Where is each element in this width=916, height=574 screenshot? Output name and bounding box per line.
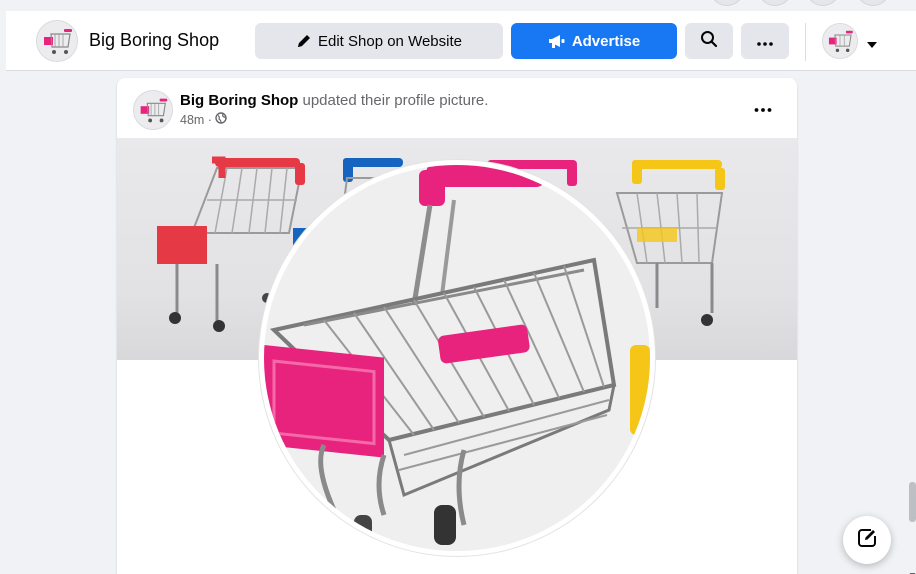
search-button[interactable] [685,23,733,59]
scrollbar-thumb[interactable] [909,482,916,522]
advertise-label: Advertise [571,32,641,50]
post-more-button[interactable] [747,96,779,120]
megaphone-icon [548,33,566,49]
profile-picture[interactable] [259,160,655,556]
top-circle-button[interactable] [710,0,744,6]
post-author-avatar[interactable] [133,90,173,130]
more-dots-icon [757,33,773,50]
new-message-button[interactable] [843,516,891,564]
post-author-link[interactable]: Big Boring Shop [180,92,298,109]
post-meta: 48m · [180,112,227,127]
account-avatar[interactable] [822,23,858,59]
post-card: Big Boring Shop updated their profile pi… [117,78,797,574]
pencil-icon [296,33,312,49]
scroll-down-arrow[interactable] [909,566,916,574]
post-headline: Big Boring Shop updated their profile pi… [180,92,488,109]
page-header: Big Boring Shop Edit Shop on Website Adv… [6,11,916,71]
top-circle-button[interactable] [806,0,840,6]
post-action-text: updated their profile picture. [298,92,489,109]
edit-shop-button[interactable]: Edit Shop on Website [255,23,503,59]
advertise-button[interactable]: Advertise [511,23,677,59]
post-timestamp[interactable]: 48m · [180,113,212,127]
globe-icon [215,112,227,127]
top-circle-button[interactable] [758,0,792,6]
header-divider [805,23,806,61]
shop-avatar[interactable] [36,20,78,62]
chevron-down-icon[interactable] [866,36,878,54]
top-circle-button[interactable] [856,0,890,6]
more-dots-icon [754,99,772,117]
more-options-button[interactable] [741,23,789,59]
shop-name[interactable]: Big Boring Shop [89,30,219,51]
compose-icon [857,528,877,553]
edit-shop-label: Edit Shop on Website [318,32,462,50]
search-icon [700,30,718,52]
